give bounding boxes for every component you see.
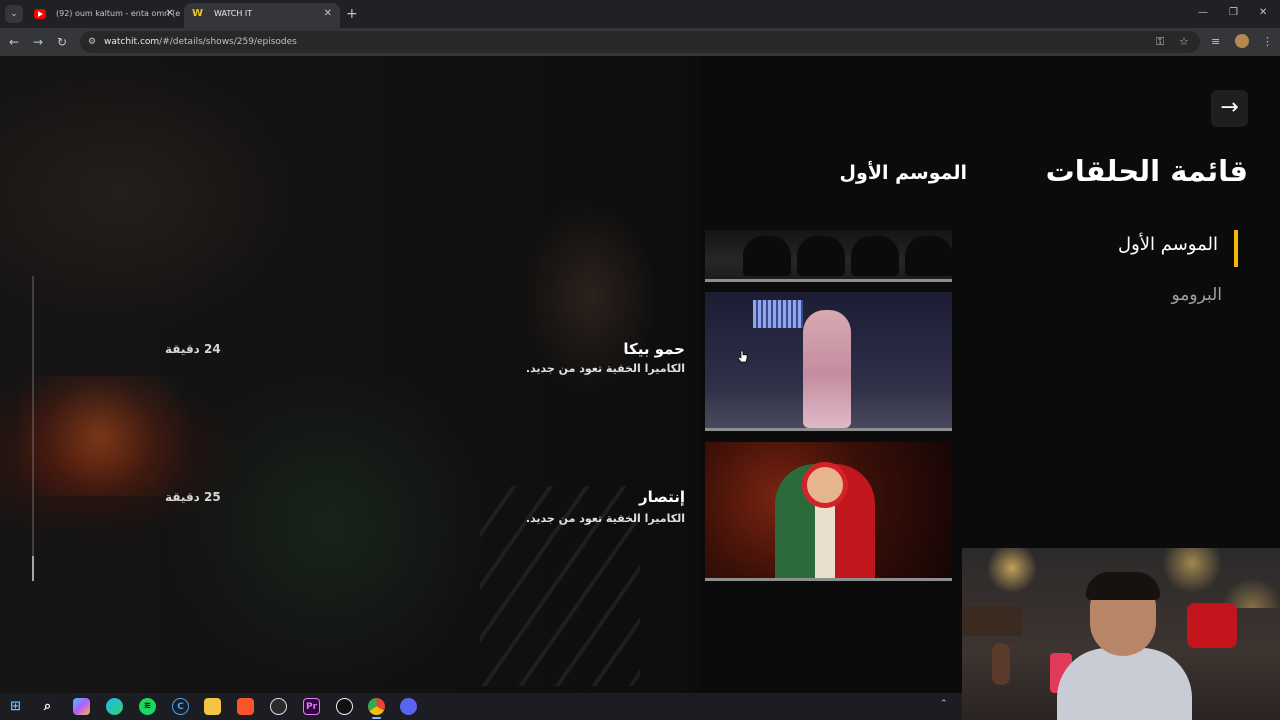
tab-youtube[interactable]: (92) oum kaltum - enta omri (e ✕ bbox=[26, 3, 182, 28]
arrow-right-icon: → bbox=[1220, 95, 1239, 120]
file-explorer-icon[interactable] bbox=[204, 698, 221, 715]
media-control-icon[interactable]: ≡ bbox=[1211, 34, 1220, 50]
tab-search-button[interactable]: ⌄ bbox=[5, 5, 23, 23]
episode-thumbnail-2[interactable] bbox=[705, 442, 952, 581]
hand-cursor-icon bbox=[738, 350, 748, 363]
episode-description: الكاميرا الخفية تعود من جديد. bbox=[525, 512, 685, 525]
episodes-scroll-track[interactable] bbox=[32, 276, 34, 581]
site-info-icon[interactable]: ⚙ bbox=[86, 36, 98, 48]
window-close-icon[interactable]: ✕ bbox=[1259, 5, 1267, 21]
episode-duration: 25 دقيقة bbox=[165, 490, 221, 504]
discord-icon[interactable] bbox=[400, 698, 417, 715]
tray-chevron-icon[interactable]: ⌃ bbox=[940, 699, 948, 709]
profile-avatar[interactable] bbox=[1235, 34, 1249, 48]
browser-toolbar: ← → ↻ ⚙ watchit.com/#/details/shows/259/… bbox=[0, 28, 1280, 56]
address-bar[interactable]: ⚙ watchit.com/#/details/shows/259/episod… bbox=[80, 31, 1200, 53]
chrome-icon[interactable] bbox=[368, 698, 385, 719]
webcam-overlay bbox=[962, 548, 1280, 720]
edge-icon[interactable] bbox=[106, 698, 123, 715]
copilot-icon[interactable] bbox=[73, 698, 90, 715]
c-app-icon[interactable]: C bbox=[172, 698, 189, 715]
episode-title[interactable]: حمو بيكا bbox=[623, 340, 685, 358]
episode-duration: 24 دقيقة bbox=[165, 342, 221, 356]
windows-taskbar: ⊞ ⌕ ≋ C Pr bbox=[0, 693, 962, 720]
new-tab-button[interactable]: + bbox=[346, 5, 358, 23]
page-title: قائمة الحلقات bbox=[1045, 154, 1248, 188]
forward-arrow-icon[interactable]: → bbox=[33, 34, 43, 50]
episode-title[interactable]: إنتصار bbox=[639, 488, 685, 506]
menu-dots-icon[interactable]: ⋮ bbox=[1262, 34, 1273, 50]
thumbnail-progress-bar bbox=[705, 578, 952, 581]
back-button[interactable]: → bbox=[1211, 90, 1248, 127]
password-key-icon[interactable]: ⚿ bbox=[1156, 35, 1164, 49]
thumbnail-progress-bar bbox=[705, 279, 952, 282]
back-arrow-icon[interactable]: ← bbox=[9, 34, 19, 50]
windows-start-icon[interactable]: ⊞ bbox=[7, 698, 24, 715]
tab-title: (92) oum kaltum - enta omri (e bbox=[56, 9, 181, 18]
obs-icon[interactable] bbox=[270, 698, 287, 715]
background-sparks bbox=[20, 376, 220, 496]
watchit-icon: W bbox=[192, 8, 204, 19]
capcut-icon[interactable] bbox=[336, 698, 353, 715]
bookmark-star-icon[interactable]: ☆ bbox=[1179, 35, 1189, 49]
active-season-indicator bbox=[1234, 230, 1238, 267]
episode-description: الكاميرا الخفية تعود من جديد. bbox=[525, 362, 685, 375]
reload-icon[interactable]: ↻ bbox=[57, 34, 67, 50]
tab-strip: ⌄ (92) oum kaltum - enta omri (e ✕ W WAT… bbox=[0, 0, 1280, 28]
close-tab-icon[interactable]: ✕ bbox=[166, 3, 174, 25]
restore-icon[interactable]: ❐ bbox=[1229, 5, 1238, 21]
minimize-icon[interactable]: — bbox=[1198, 5, 1208, 21]
season-heading: الموسم الأول bbox=[839, 162, 967, 184]
season-tab-season-1[interactable]: الموسم الأول bbox=[1118, 234, 1218, 255]
tab-title: WATCH IT bbox=[214, 9, 253, 18]
url-text: watchit.com/#/details/shows/259/episodes bbox=[104, 37, 297, 47]
episodes-scroll-thumb[interactable] bbox=[32, 556, 34, 581]
episode-thumbnail-partial[interactable] bbox=[705, 230, 952, 282]
tab-watchit[interactable]: W WATCH IT ✕ bbox=[184, 3, 340, 28]
brave-icon[interactable] bbox=[237, 698, 254, 715]
thumbnail-progress-bar bbox=[705, 428, 952, 431]
youtube-icon bbox=[34, 9, 46, 19]
search-icon[interactable]: ⌕ bbox=[39, 698, 56, 715]
spotify-icon[interactable]: ≋ bbox=[139, 698, 156, 715]
season-tab-promo[interactable]: البرومو bbox=[1171, 285, 1222, 305]
premiere-pro-icon[interactable]: Pr bbox=[303, 698, 320, 715]
close-tab-icon[interactable]: ✕ bbox=[324, 3, 332, 25]
